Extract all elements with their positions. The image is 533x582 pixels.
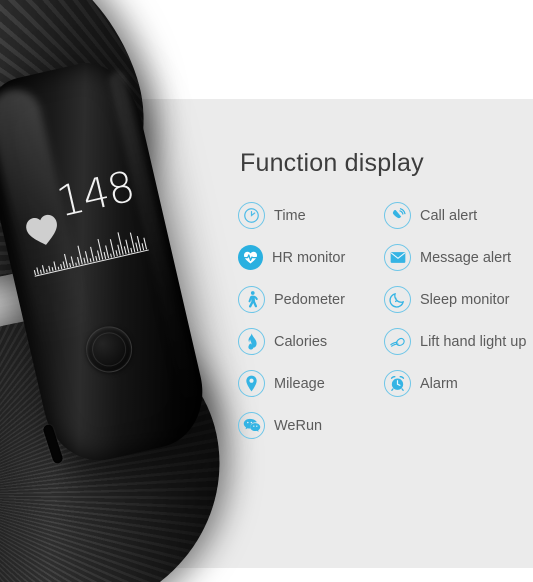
feature-label: Mileage xyxy=(274,375,325,392)
feature-grid: Time Call alert HR monitor Message alert… xyxy=(238,202,530,439)
feature-item-werun[interactable]: WeRun xyxy=(238,412,384,439)
feature-label: HR monitor xyxy=(272,249,346,266)
feature-row: Calories Lift hand light up xyxy=(238,328,530,355)
feature-label: Alarm xyxy=(420,375,458,392)
page-title: Function display xyxy=(240,149,424,177)
feature-label: Message alert xyxy=(420,249,512,266)
product-feature-slide: 148 Function display Time Call alert HR … xyxy=(0,0,533,582)
feature-label: Sleep monitor xyxy=(420,291,510,308)
feature-item-pedometer[interactable]: Pedometer xyxy=(238,286,384,313)
flame-icon xyxy=(238,328,265,355)
feature-label: Pedometer xyxy=(274,291,345,308)
feature-label: Time xyxy=(274,207,306,224)
crescent-moon-icon xyxy=(384,286,411,313)
wechat-bubbles-icon xyxy=(238,412,265,439)
feature-row: WeRun xyxy=(238,412,530,439)
feature-label: WeRun xyxy=(274,417,323,434)
feature-item-call-alert[interactable]: Call alert xyxy=(384,202,530,229)
raised-hand-icon xyxy=(384,328,411,355)
feature-item-hr-monitor[interactable]: HR monitor xyxy=(238,245,384,270)
feature-item-time[interactable]: Time xyxy=(238,202,384,229)
envelope-icon xyxy=(384,244,411,271)
feature-row: Time Call alert xyxy=(238,202,530,229)
heart-pulse-icon xyxy=(238,245,263,270)
feature-row: Mileage Alarm xyxy=(238,370,530,397)
feature-item-calories[interactable]: Calories xyxy=(238,328,384,355)
feature-label: Call alert xyxy=(420,207,478,224)
walking-person-icon xyxy=(238,286,265,313)
feature-item-lift-hand-light-up[interactable]: Lift hand light up xyxy=(384,328,530,355)
map-pin-icon xyxy=(238,370,265,397)
feature-label: Lift hand light up xyxy=(420,333,527,350)
feature-item-alarm[interactable]: Alarm xyxy=(384,370,530,397)
feature-row: HR monitor Message alert xyxy=(238,244,530,271)
feature-label: Calories xyxy=(274,333,328,350)
feature-row: Pedometer Sleep monitor xyxy=(238,286,530,313)
feature-item-message-alert[interactable]: Message alert xyxy=(384,244,530,271)
function-display-section: Function display Time Call alert HR moni… xyxy=(238,148,530,454)
clock-icon xyxy=(238,202,265,229)
feature-item-sleep-monitor[interactable]: Sleep monitor xyxy=(384,286,530,313)
phone-call-icon xyxy=(384,202,411,229)
alarm-clock-icon xyxy=(384,370,411,397)
feature-item-mileage[interactable]: Mileage xyxy=(238,370,384,397)
